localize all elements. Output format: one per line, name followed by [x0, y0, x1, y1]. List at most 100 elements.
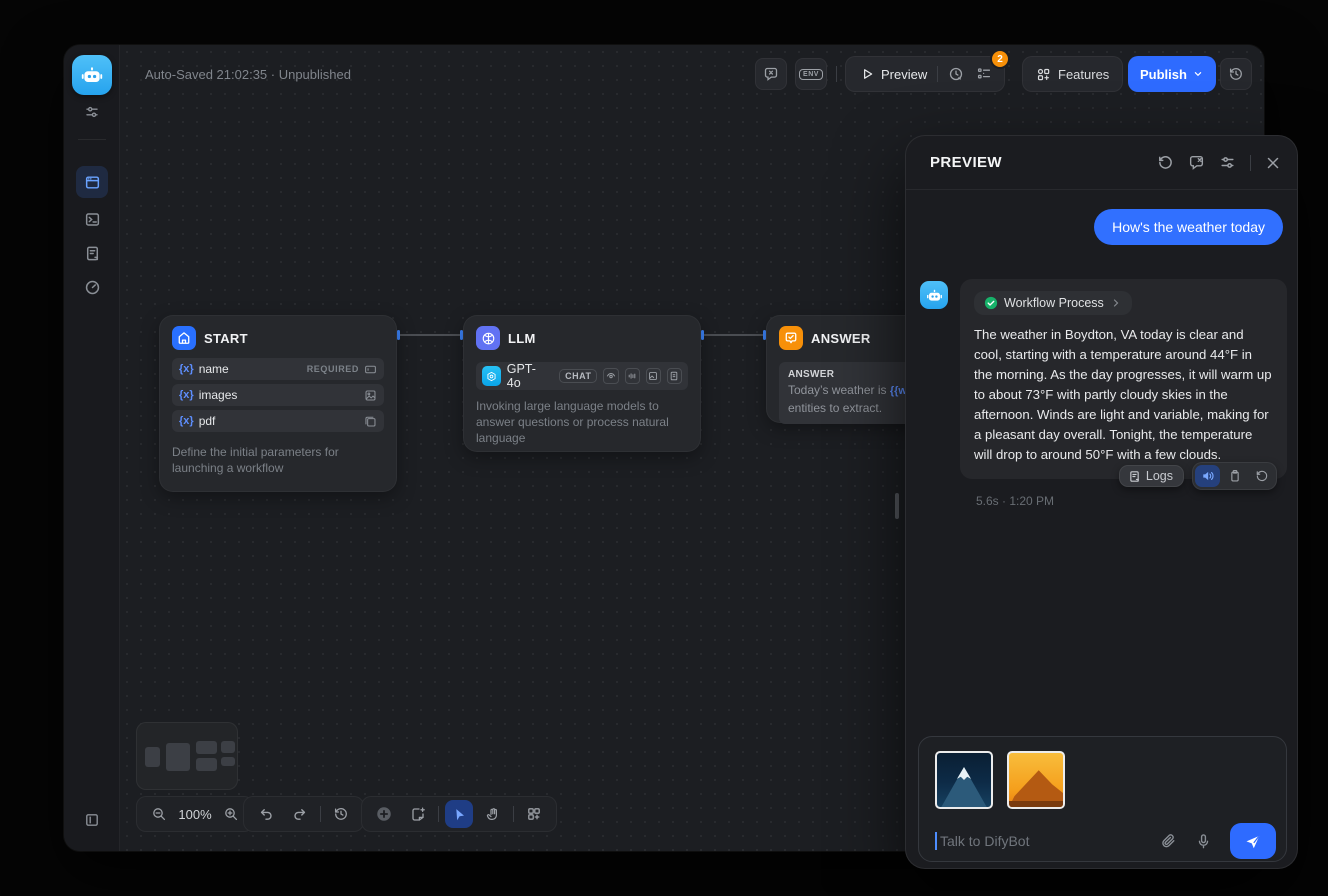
llm-model-row[interactable]: GPT-4o CHAT — [476, 362, 688, 390]
required-label: REQUIRED — [307, 364, 359, 374]
attachment-thumbnail-mountain-sunset[interactable] — [1007, 751, 1065, 809]
message-meta: 5.6s · 1:20 PM — [976, 494, 1054, 508]
clock-run-icon — [948, 66, 964, 82]
canvas-minimap[interactable] — [136, 722, 238, 790]
node-start-header: START — [160, 316, 396, 358]
app-logo-robot-icon[interactable] — [72, 55, 112, 95]
start-field-pdf[interactable]: {x} pdf — [172, 410, 384, 432]
version-history-button[interactable] — [1220, 58, 1252, 90]
tuning-sliders-icon[interactable] — [76, 96, 108, 128]
auto-layout-icon[interactable] — [520, 800, 548, 828]
bot-message-card: Workflow Process The weather in Boydton,… — [960, 279, 1287, 479]
toolbar-divider — [836, 66, 837, 82]
file-stack-icon — [364, 415, 377, 428]
edge-start-llm — [400, 334, 460, 336]
audio-capability-icon — [625, 368, 640, 384]
node-start[interactable]: START {x} name REQUIRED {x} images {x} — [159, 315, 397, 492]
node-llm-header: LLM — [464, 316, 700, 358]
chevron-right-icon — [1110, 297, 1122, 309]
env-variables-button[interactable]: ENV — [795, 58, 827, 90]
preview-panel: PREVIEW How's the weather today — [905, 135, 1298, 869]
sidebar-item-logs[interactable] — [76, 237, 108, 269]
document-capability-icon — [667, 368, 682, 384]
speaker-icon[interactable] — [1195, 465, 1220, 487]
chat-input-container: Talk to DifyBot — [918, 736, 1287, 862]
logs-button[interactable]: Logs — [1119, 465, 1184, 487]
sidebar-item-monitoring[interactable] — [76, 271, 108, 303]
preview-title: PREVIEW — [930, 154, 1002, 171]
vision-capability-icon — [603, 368, 618, 384]
microphone-icon[interactable] — [1195, 833, 1212, 850]
play-icon — [860, 67, 874, 81]
node-title: START — [204, 331, 248, 346]
chat-text-input[interactable]: Talk to DifyBot — [940, 833, 1160, 849]
node-description: Invoking large language models to answer… — [464, 390, 700, 458]
llm-icon — [476, 326, 500, 350]
image-icon — [364, 389, 377, 402]
features-icon — [1036, 67, 1051, 82]
send-button[interactable] — [1230, 823, 1276, 859]
canvas-tools — [361, 796, 557, 832]
node-title: ANSWER — [811, 331, 871, 346]
regenerate-icon[interactable] — [1249, 465, 1274, 487]
undo-redo-controls — [243, 796, 364, 832]
pointer-tool-icon[interactable] — [445, 800, 473, 828]
chat-x-icon — [763, 66, 779, 82]
publish-button[interactable]: Publish — [1128, 56, 1216, 92]
send-icon — [1244, 832, 1262, 850]
features-button[interactable]: Features — [1022, 56, 1123, 92]
preview-toolgroup: Preview — [845, 56, 1005, 92]
node-llm[interactable]: LLM GPT-4o CHAT — [463, 315, 701, 452]
history-restore-icon[interactable] — [327, 800, 355, 828]
redo-icon[interactable] — [286, 800, 314, 828]
chat-mode-badge: CHAT — [559, 369, 597, 383]
bot-message-text: The weather in Boydton, VA today is clea… — [974, 325, 1273, 465]
zoom-in-icon[interactable] — [217, 800, 245, 828]
logs-icon — [1128, 470, 1141, 483]
start-field-name[interactable]: {x} name REQUIRED — [172, 358, 384, 380]
answer-icon — [779, 326, 803, 350]
chat-settings-icon[interactable] — [1219, 154, 1236, 171]
copy-icon[interactable] — [1222, 465, 1247, 487]
start-field-images[interactable]: {x} images — [172, 384, 384, 406]
chevron-down-icon — [1192, 68, 1204, 80]
history-icon — [1228, 66, 1244, 82]
autosave-status: Auto-Saved 21:02:35 · Unpublished — [145, 67, 351, 82]
dify-workflow-app: Auto-Saved 21:02:35 · Unpublished ENV Pr… — [0, 0, 1328, 896]
zoom-level[interactable]: 100% — [175, 807, 215, 822]
canvas-scrollbar[interactable] — [895, 493, 899, 519]
sidebar — [64, 45, 120, 851]
node-description: Define the initial parameters for launch… — [160, 436, 396, 488]
edge-llm-answer — [704, 334, 763, 336]
env-icon: ENV — [799, 69, 823, 80]
edge-handle[interactable] — [701, 330, 704, 340]
toolgroup-divider — [937, 66, 938, 82]
workflow-process-toggle[interactable]: Workflow Process — [974, 291, 1132, 315]
attach-file-icon[interactable] — [1160, 833, 1177, 850]
add-note-icon[interactable] — [404, 800, 432, 828]
close-icon[interactable] — [1265, 155, 1281, 171]
chat-debug-button[interactable] — [755, 58, 787, 90]
checklist-badge: 2 — [992, 51, 1008, 67]
success-check-icon — [984, 296, 998, 310]
node-title: LLM — [508, 331, 536, 346]
clear-chat-icon[interactable] — [1188, 154, 1205, 171]
attachment-thumbnail-mountain-night[interactable] — [935, 751, 993, 809]
sidebar-item-orchestrate[interactable] — [76, 166, 108, 198]
hand-tool-icon[interactable] — [479, 800, 507, 828]
add-node-icon[interactable] — [370, 800, 398, 828]
collapse-sidebar-icon[interactable] — [76, 804, 108, 836]
zoom-controls: 100% — [136, 796, 254, 832]
sidebar-item-api-terminal[interactable] — [76, 203, 108, 235]
run-preview-button[interactable]: Preview — [850, 67, 937, 82]
model-name: GPT-4o — [507, 362, 547, 390]
sidebar-divider — [78, 139, 106, 140]
edge-handle[interactable] — [397, 330, 400, 340]
undo-icon[interactable] — [252, 800, 280, 828]
restart-conversation-icon[interactable] — [1157, 154, 1174, 171]
preview-header: PREVIEW — [906, 136, 1297, 190]
checklist-icon — [976, 66, 992, 82]
zoom-out-icon[interactable] — [145, 800, 173, 828]
run-history-button[interactable] — [942, 60, 970, 88]
bot-avatar — [920, 281, 948, 309]
